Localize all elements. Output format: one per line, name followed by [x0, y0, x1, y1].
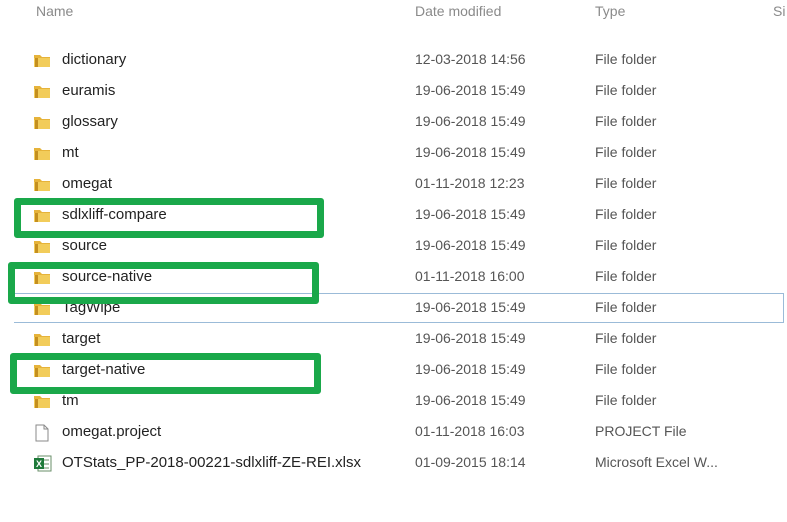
- file-type: File folder: [595, 82, 657, 98]
- file-date-modified: 19-06-2018 15:49: [415, 206, 526, 222]
- column-header-size[interactable]: Si: [773, 3, 785, 19]
- column-header-bar: Name Date modified Type Si: [0, 0, 787, 30]
- file-date-modified: 01-11-2018 12:23: [415, 175, 525, 191]
- file-name: source: [62, 237, 108, 254]
- file-date-modified: 19-06-2018 15:49: [415, 299, 526, 315]
- file-name: mt: [62, 144, 79, 161]
- file-row[interactable]: euramis 19-06-2018 15:49 File folder: [0, 76, 787, 106]
- file-row[interactable]: omegat 01-11-2018 12:23 File folder: [0, 169, 787, 199]
- folder-icon: [33, 176, 51, 192]
- file-date-modified: 19-06-2018 15:49: [415, 330, 526, 346]
- file-type: Microsoft Excel W...: [595, 454, 718, 470]
- svg-text:X: X: [36, 459, 42, 469]
- file-type: File folder: [595, 392, 657, 408]
- file-date-modified: 01-11-2018 16:00: [415, 268, 525, 284]
- file-date-modified: 01-11-2018 16:03: [415, 423, 525, 439]
- file-date-modified: 12-03-2018 14:56: [415, 51, 526, 67]
- file-name: dictionary: [62, 51, 127, 68]
- file-row[interactable]: mt 19-06-2018 15:49 File folder: [0, 138, 787, 168]
- file-type: File folder: [595, 113, 657, 129]
- folder-icon: [33, 145, 51, 161]
- column-header-date-modified[interactable]: Date modified: [415, 3, 501, 19]
- file-date-modified: 19-06-2018 15:49: [415, 237, 526, 253]
- folder-icon: [33, 331, 51, 347]
- file-type: File folder: [595, 237, 657, 253]
- file-type: File folder: [595, 206, 657, 222]
- file-name: OTStats_PP-2018-00221-sdlxliff-ZE-REI.xl…: [62, 454, 361, 471]
- document-icon: [33, 424, 51, 442]
- column-header-name[interactable]: Name: [36, 3, 73, 19]
- file-type: File folder: [595, 330, 657, 346]
- file-date-modified: 19-06-2018 15:49: [415, 361, 526, 377]
- highlight-box-target-native: [10, 353, 321, 394]
- file-row[interactable]: target 19-06-2018 15:49 File folder: [0, 324, 787, 354]
- file-name: glossary: [62, 113, 118, 130]
- folder-icon: [33, 114, 51, 130]
- file-name: target: [62, 330, 101, 347]
- file-type: File folder: [595, 144, 657, 160]
- file-date-modified: 19-06-2018 15:49: [415, 113, 526, 129]
- file-row[interactable]: X OTStats_PP-2018-00221-sdlxliff-ZE-REI.x…: [0, 448, 787, 478]
- file-type: File folder: [595, 175, 657, 191]
- file-date-modified: 19-06-2018 15:49: [415, 82, 526, 98]
- file-type: PROJECT File: [595, 423, 687, 439]
- file-date-modified: 01-09-2015 18:14: [415, 454, 526, 470]
- file-type: File folder: [595, 299, 657, 315]
- file-name: omegat: [62, 175, 113, 192]
- folder-icon: [33, 393, 51, 409]
- file-row[interactable]: dictionary 12-03-2018 14:56 File folder: [0, 45, 787, 75]
- file-name: tm: [62, 392, 79, 409]
- file-row[interactable]: glossary 19-06-2018 15:49 File folder: [0, 107, 787, 137]
- file-date-modified: 19-06-2018 15:49: [415, 144, 526, 160]
- folder-icon: [33, 238, 51, 254]
- highlight-box-sdlxliff-compare: [14, 198, 324, 238]
- file-type: File folder: [595, 51, 657, 67]
- file-name: omegat.project: [62, 423, 162, 440]
- file-date-modified: 19-06-2018 15:49: [415, 392, 526, 408]
- file-type: File folder: [595, 268, 657, 284]
- excel-icon: X: [33, 455, 52, 472]
- file-type: File folder: [595, 361, 657, 377]
- file-row[interactable]: omegat.project 01-11-2018 16:03 PROJECT Fi…: [0, 417, 787, 447]
- file-name: euramis: [62, 82, 116, 99]
- column-header-type[interactable]: Type: [595, 3, 625, 19]
- folder-icon: [33, 52, 51, 68]
- highlight-box-source-native: [8, 262, 319, 304]
- folder-icon: [33, 83, 51, 99]
